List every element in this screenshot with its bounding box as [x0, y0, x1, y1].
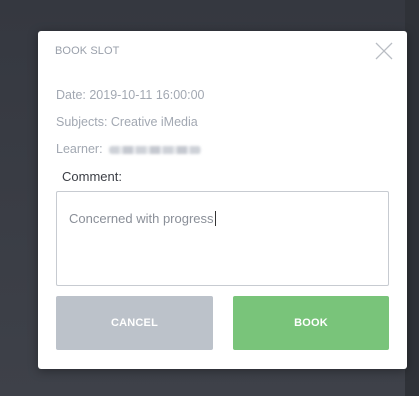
slot-date: Date: 2019-10-11 16:00:00: [56, 88, 205, 102]
page-edge: [405, 0, 419, 396]
book-slot-dialog: BOOK SLOT Date: 2019-10-11 16:00:00 Subj…: [38, 31, 407, 369]
comment-label: Comment:: [62, 169, 122, 184]
slot-learner: Learner:: [56, 142, 202, 156]
text-caret: [214, 211, 216, 226]
learner-label: Learner:: [56, 142, 103, 156]
slot-subjects: Subjects: Creative iMedia: [56, 115, 198, 129]
close-icon[interactable]: [374, 41, 394, 61]
comment-text: Concerned with progress: [69, 211, 214, 226]
learner-name-redacted: [109, 145, 202, 154]
cancel-button[interactable]: CANCEL: [56, 296, 213, 350]
comment-value: Concerned with progress: [69, 211, 216, 226]
dialog-title: BOOK SLOT: [55, 45, 120, 57]
comment-textarea[interactable]: Concerned with progress: [56, 191, 389, 286]
book-button[interactable]: BOOK: [233, 296, 389, 350]
